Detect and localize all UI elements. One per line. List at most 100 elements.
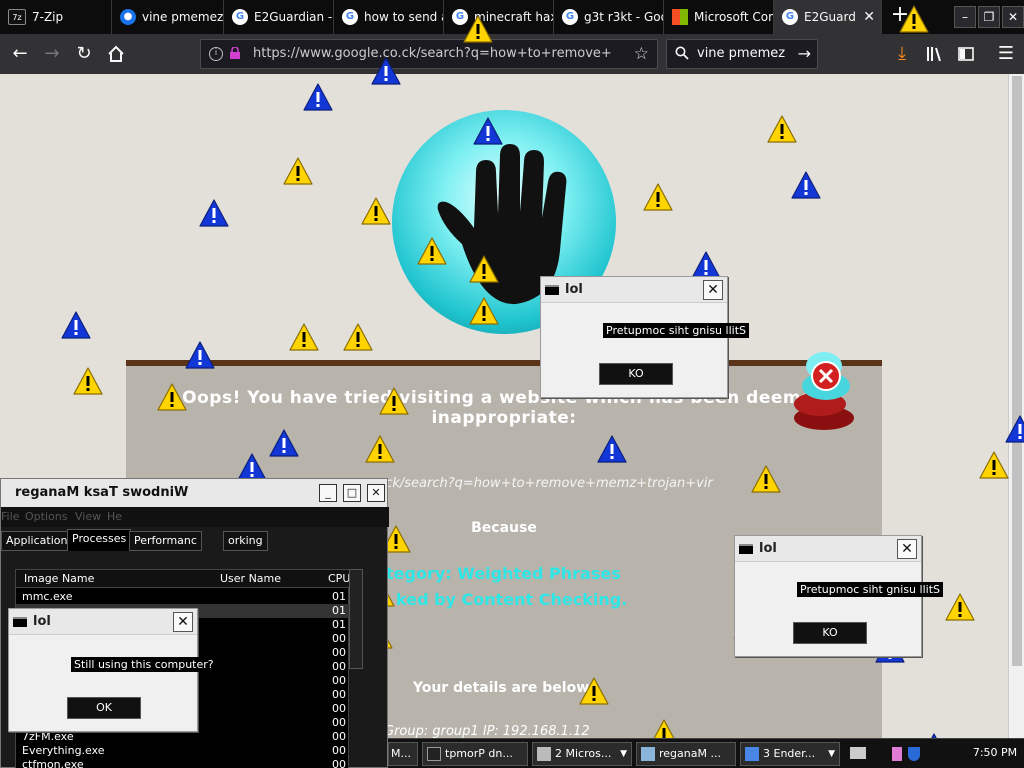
column-cpu[interactable]: CPU — [328, 572, 350, 585]
library-icon[interactable] — [922, 42, 946, 66]
lol-dialog[interactable]: lol ✕ Pretupmoc siht gnisu llitS KO — [734, 535, 943, 657]
taskbar-item-run[interactable]: tpmorP dn... — [422, 742, 528, 766]
minimize-window-button[interactable]: – — [954, 6, 976, 28]
tab-e2guardian[interactable]: G E2Guardian - P — [224, 0, 334, 34]
dialog-title-bar[interactable]: lol ✕ — [735, 536, 921, 562]
dialog-title: lol — [759, 541, 777, 556]
taskbar-item-ender[interactable]: 3 Ender... ▼ — [740, 742, 840, 766]
process-cpu: 00 — [332, 632, 346, 645]
info-warning-icon — [596, 434, 628, 464]
task-manager-title-bar[interactable]: reganaM ksaT swodniW _ □ ✕ — [1, 479, 387, 507]
task-manager-tabs: Applications Processes Performanc orking — [1, 529, 389, 551]
close-tab-icon[interactable]: ✕ — [863, 9, 875, 25]
dialog-close-button[interactable]: ✕ — [897, 539, 917, 559]
console-icon — [13, 617, 27, 627]
back-arrow-icon[interactable]: ← — [8, 42, 32, 66]
process-cpu: 01 — [332, 618, 346, 631]
tab-networking[interactable]: orking — [223, 531, 268, 551]
warning-icon — [944, 592, 976, 622]
scrollbar-thumb[interactable] — [1012, 76, 1022, 666]
reload-icon[interactable]: ↻ — [72, 42, 96, 66]
address-bar[interactable]: i https://www.google.co.ck/search?q=how+… — [200, 39, 658, 69]
home-icon[interactable] — [104, 42, 128, 66]
search-go-arrow-icon[interactable]: → — [798, 40, 811, 68]
process-cpu: 00 — [332, 730, 346, 743]
info-icon[interactable]: i — [209, 47, 223, 61]
download-icon[interactable]: ⤓ — [890, 42, 914, 66]
dialog-title-bar[interactable]: lol ✕ — [9, 609, 197, 635]
group-ip-line: Group: group1 IP: 192.168.1.12 — [384, 724, 590, 738]
info-warning-icon — [302, 82, 334, 112]
tray-icon[interactable] — [892, 747, 902, 761]
block-category: tegory: Weighted Phrases — [386, 564, 621, 583]
sidebar-icon[interactable] — [954, 42, 978, 66]
dialog-ok-button[interactable]: KO — [793, 622, 867, 644]
dialog-title: lol — [565, 282, 583, 297]
hamburger-menu-icon[interactable]: ☰ — [994, 42, 1018, 66]
process-row[interactable]: Everything.exe 00 — [16, 744, 350, 758]
tab-g3t-r3kt[interactable]: G g3t r3kt - Goo — [554, 0, 664, 34]
bookmark-star-icon[interactable]: ☆ — [634, 40, 649, 68]
menu-options[interactable]: Options — [25, 510, 67, 523]
tab-label: Microsoft Com — [694, 10, 774, 24]
info-warning-icon — [60, 310, 92, 340]
keyboard-icon[interactable] — [850, 747, 866, 759]
taskbar-label: 3 Ender... — [763, 747, 816, 760]
taskbar-item[interactable]: M... — [388, 742, 418, 766]
process-cpu: 00 — [332, 702, 346, 715]
google-icon: G — [342, 9, 358, 25]
restore-window-button[interactable]: ❐ — [978, 6, 1000, 28]
dialog-ok-button[interactable]: KO — [599, 363, 673, 385]
process-row[interactable]: 7zFM.exe 00 — [16, 730, 350, 744]
tab-favicon: ● — [120, 9, 136, 25]
taskbar-item-microsoft[interactable]: 2 Micros... ▼ — [532, 742, 632, 766]
lol-dialog[interactable]: lol ✕ Pretupmoc siht gnisu llitS KO — [540, 276, 749, 398]
tab-how-to-send[interactable]: G how to send a — [334, 0, 444, 34]
minimize-button[interactable]: _ — [319, 484, 337, 502]
browser-toolbar: ← → ↻ i https://www.google.co.ck/search?… — [0, 34, 1024, 74]
column-image-name[interactable]: Image Name — [24, 572, 94, 585]
blocked-url: co.ck/search?q=how+to+remove+memz+trojan… — [366, 476, 713, 491]
tab-7zip[interactable]: 7z 7-Zip — [0, 0, 112, 34]
close-window-button[interactable]: ✕ — [1002, 6, 1024, 28]
tab-vine-pmemez[interactable]: ● vine pmemez — [112, 0, 224, 34]
process-row[interactable]: mmc.exe 01 — [16, 590, 350, 604]
tab-performance[interactable]: Performanc — [129, 531, 202, 551]
taskbar-clock[interactable]: 7:50 PM — [966, 738, 1024, 768]
column-user-name[interactable]: User Name — [220, 572, 281, 585]
window-icon — [537, 747, 551, 761]
tab-processes[interactable]: Processes — [67, 529, 132, 551]
dialog-message: Pretupmoc siht gnisu llitS — [797, 582, 943, 597]
search-bar[interactable]: vine pmemez → — [666, 39, 818, 69]
close-button[interactable]: ✕ — [367, 484, 385, 502]
taskbar-label: tpmorP dn... — [445, 747, 513, 760]
process-cpu: 00 — [332, 646, 346, 659]
forward-arrow-icon[interactable]: → — [40, 42, 64, 66]
tab-microsoft[interactable]: ■ Microsoft Com — [664, 0, 774, 34]
console-icon — [545, 285, 559, 295]
warning-icon — [378, 386, 410, 416]
dialog-title-bar[interactable]: lol ✕ — [541, 277, 727, 303]
menu-file[interactable]: File — [1, 510, 19, 523]
dialog-close-button[interactable]: ✕ — [703, 280, 723, 300]
process-name: Everything.exe — [22, 744, 105, 757]
dialog-title: lol — [33, 614, 51, 629]
shield-icon[interactable] — [908, 747, 920, 761]
dialog-close-button[interactable]: ✕ — [173, 612, 193, 632]
tab-minecraft-hax[interactable]: G minecraft hax — [444, 0, 554, 34]
taskbar-item-task-manager[interactable]: reganaM ... — [636, 742, 736, 766]
page-scrollbar[interactable] — [1008, 74, 1024, 738]
maximize-button[interactable]: □ — [343, 484, 361, 502]
warning-icon — [898, 4, 930, 34]
lol-dialog[interactable]: lol ✕ Still using this computer? OK — [8, 608, 217, 732]
menu-view[interactable]: View — [75, 510, 101, 523]
process-cpu: 00 — [332, 758, 346, 768]
process-list-scrollbar[interactable] — [349, 569, 363, 669]
dialog-ok-button[interactable]: OK — [67, 697, 141, 719]
warning-icon — [642, 182, 674, 212]
menu-help[interactable]: He — [107, 510, 122, 523]
search-text: vine pmemez — [697, 46, 786, 61]
process-row[interactable]: ctfmon.exe 00 — [16, 758, 350, 768]
process-list-header: Image Name User Name CPU — [16, 570, 350, 588]
tab-e2guardian-active[interactable]: G E2Guardian ✕ — [774, 0, 882, 34]
